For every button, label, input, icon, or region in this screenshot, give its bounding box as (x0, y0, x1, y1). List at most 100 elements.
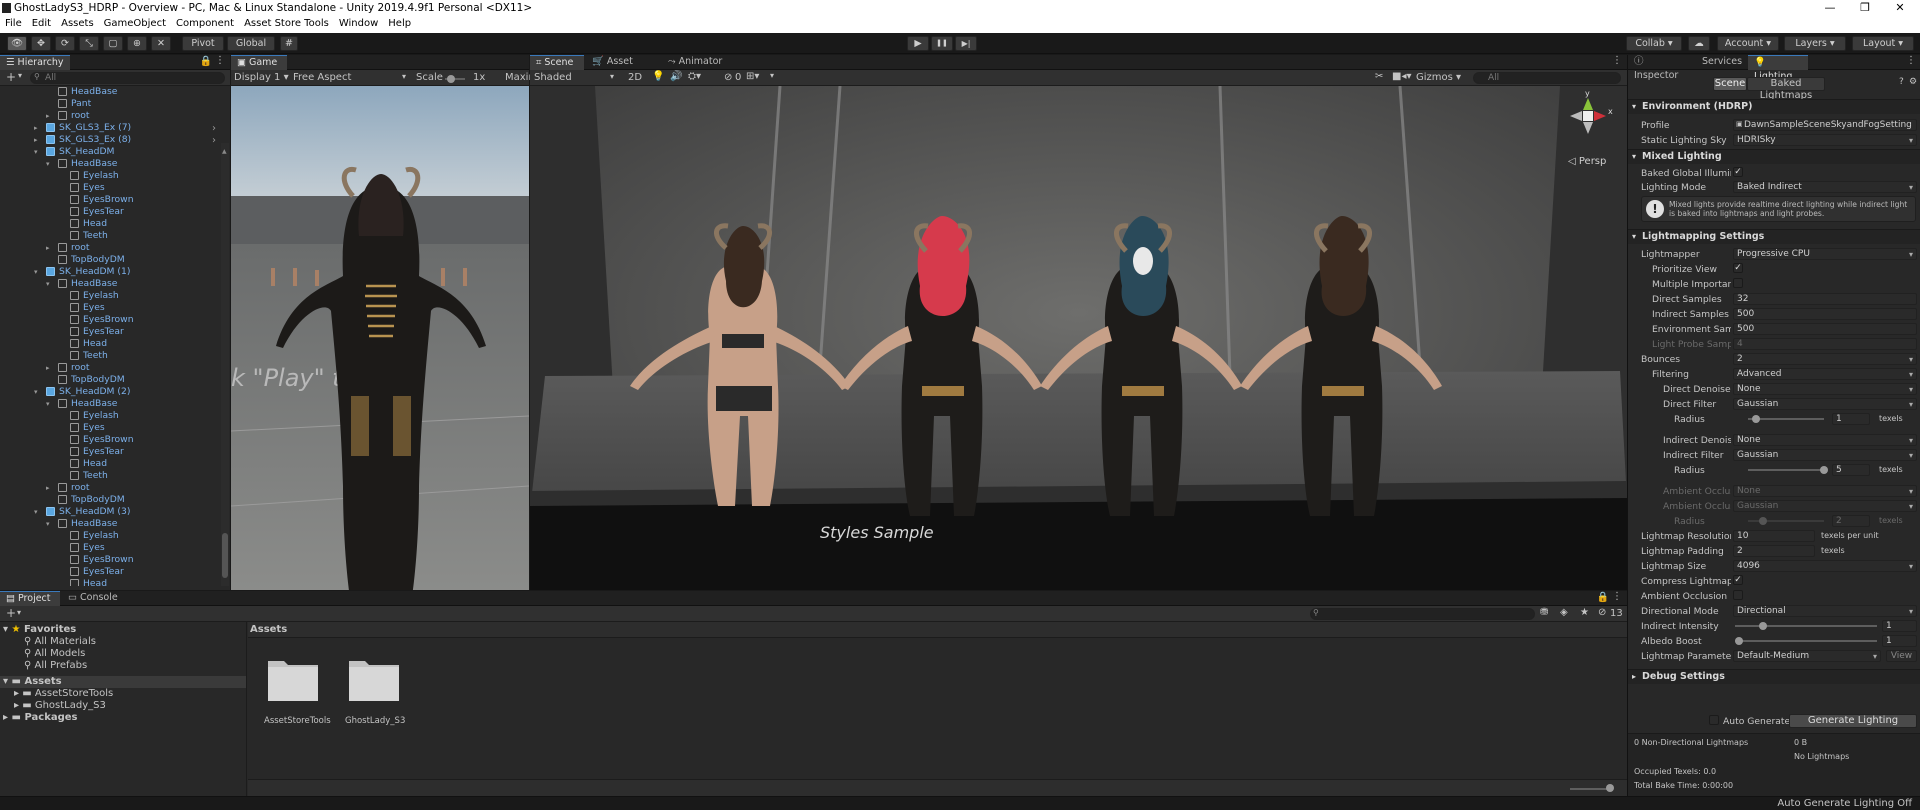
hierarchy-row[interactable]: ▸ root (0, 482, 222, 494)
rotate-tool-icon[interactable]: ⟳ (55, 36, 75, 51)
lightmap-padding-field[interactable]: 2 (1733, 545, 1815, 557)
project-lock-icon[interactable]: 🔒 (1597, 592, 1609, 603)
hierarchy-row[interactable]: Eyes (0, 182, 222, 194)
tab-inspector[interactable]: ⓘ Inspector (1628, 55, 1694, 81)
indirect-radius-field[interactable]: 5 (1832, 464, 1870, 476)
environment-samples-field[interactable]: 500 (1733, 323, 1917, 335)
hidden-objects-icon[interactable]: ⊘ (724, 72, 732, 83)
hierarchy-row[interactable]: TopBodyDM (0, 494, 222, 506)
prioritize-view-checkbox[interactable]: ✓ (1733, 263, 1743, 273)
hierarchy-row[interactable]: ▾ SK_HeadDM (1) (0, 266, 222, 278)
view-tool-icon[interactable]: 👁 (7, 36, 27, 51)
hierarchy-row[interactable]: Teeth (0, 350, 222, 362)
open-prefab-icon[interactable]: › (212, 123, 216, 134)
section-debug-settings[interactable]: Debug Settings (1628, 669, 1920, 684)
expand-toggle-icon[interactable]: ▾ (34, 388, 38, 396)
tab-hierarchy[interactable]: ☰ Hierarchy (0, 55, 70, 70)
step-button[interactable]: ▶| (955, 36, 977, 51)
light-probe-samples-field[interactable]: 4 (1733, 338, 1917, 350)
grid-snap-icon[interactable]: # (280, 36, 298, 51)
direct-denoiser-dropdown[interactable]: None (1733, 383, 1917, 395)
hierarchy-row[interactable]: TopBodyDM (0, 254, 222, 266)
hierarchy-search-input[interactable]: All (30, 72, 225, 84)
profile-field[interactable]: DawnSampleSceneSkyandFogSetting (1733, 119, 1917, 131)
albedo-boost-knob[interactable] (1735, 637, 1743, 645)
icon-size-knob[interactable] (1606, 784, 1614, 792)
indirect-samples-field[interactable]: 500 (1733, 308, 1917, 320)
scale-tool-icon[interactable]: ⤡ (79, 36, 99, 51)
hierarchy-row[interactable]: EyesBrown (0, 314, 222, 326)
lightmap-parameters-dropdown[interactable]: Default-Medium (1733, 650, 1881, 662)
rect-tool-icon[interactable]: ▢ (103, 36, 123, 51)
tab-scene[interactable]: ⌗ Scene (530, 55, 584, 70)
favorite-all-prefabs[interactable]: ⚲ All Prefabs (24, 660, 87, 671)
gizmos-dropdown[interactable]: Gizmos ▾ (1416, 72, 1461, 83)
tab-services[interactable]: Services (1696, 55, 1746, 70)
expand-toggle-icon[interactable]: ▸ (34, 124, 38, 132)
tab-project[interactable]: ▤ Project (0, 591, 60, 606)
hidden-packages-icon[interactable]: ⊘ (1598, 607, 1606, 618)
hierarchy-row[interactable]: Teeth (0, 470, 222, 482)
move-tool-icon[interactable]: ✥ (31, 36, 51, 51)
indirect-intensity-slider[interactable] (1735, 625, 1877, 627)
menu-help[interactable]: Help (383, 17, 416, 29)
static-lighting-sky-dropdown[interactable]: HDRISky (1733, 134, 1917, 146)
hierarchy-row[interactable]: ▾ SK_HeadDM (3) (0, 506, 222, 518)
expand-toggle-icon[interactable]: ▾ (46, 280, 50, 288)
expand-toggle-icon[interactable]: ▾ (34, 148, 38, 156)
folder-tile-assetstoretools[interactable]: AssetStoreTools (264, 655, 331, 726)
tab-game[interactable]: ▣ Game (231, 55, 287, 70)
direct-filter-dropdown[interactable]: Gaussian (1733, 398, 1917, 410)
account-dropdown[interactable]: Account ▾ (1717, 36, 1779, 51)
indirect-filter-dropdown[interactable]: Gaussian (1733, 449, 1917, 461)
assets-folder-item[interactable]: ▾ ▬ Assets (0, 676, 246, 688)
ao-radius-field[interactable]: 2 (1832, 515, 1870, 527)
expand-toggle-icon[interactable]: ▾ (46, 400, 50, 408)
tools-icon[interactable]: ✂ (1375, 71, 1383, 82)
indirect-denoiser-dropdown[interactable]: None (1733, 434, 1917, 446)
hierarchy-row[interactable]: ▾ HeadBase (0, 278, 222, 290)
project-add-icon[interactable]: + (6, 607, 16, 619)
lightmap-size-dropdown[interactable]: 4096 (1733, 560, 1917, 572)
baked-lightmaps-tab-button[interactable]: Baked Lightmaps (1747, 77, 1825, 101)
direct-radius-field[interactable]: 1 (1832, 413, 1870, 425)
menu-asset-store-tools[interactable]: Asset Store Tools (239, 17, 334, 29)
indirect-intensity-field[interactable]: 1 (1882, 620, 1917, 632)
add-icon[interactable]: + (6, 71, 16, 83)
minimize-button[interactable]: — (1815, 1, 1845, 14)
camera-settings-icon[interactable]: ■◂▾ (1392, 71, 1412, 82)
view-parameters-button[interactable]: View (1886, 650, 1917, 662)
section-environment[interactable]: Environment (HDRP) (1628, 99, 1920, 114)
indirect-radius-knob[interactable] (1820, 466, 1828, 474)
expand-toggle-icon[interactable]: ▸ (46, 484, 50, 492)
hierarchy-row[interactable]: EyesBrown (0, 554, 222, 566)
pivot-button[interactable]: Pivot (182, 36, 224, 51)
scene-panel-menu-icon[interactable]: ⋮ (1612, 55, 1622, 66)
hierarchy-row[interactable]: ▸ root (0, 110, 222, 122)
menu-gameobject[interactable]: GameObject (99, 17, 171, 29)
hierarchy-row[interactable]: EyesTear (0, 446, 222, 458)
ambient-occlusion-checkbox[interactable] (1733, 590, 1743, 600)
folder-assetstoretools[interactable]: ▸ ▬ AssetStoreTools (14, 688, 113, 699)
layout-dropdown[interactable]: Layout ▾ (1852, 36, 1914, 51)
hierarchy-row[interactable]: EyesTear (0, 566, 222, 578)
hierarchy-row[interactable]: ▾ SK_HeadDM (0, 146, 222, 158)
direct-radius-knob[interactable] (1752, 415, 1760, 423)
scroll-up-icon[interactable]: ▲ (222, 148, 228, 158)
effects-toggle-icon[interactable]: ⛭▾ (688, 71, 701, 82)
collab-button[interactable]: Collab ▾ (1626, 36, 1682, 51)
indirect-radius-slider[interactable] (1748, 469, 1824, 471)
folder-ghostlady-s3[interactable]: ▸ ▬ GhostLady_S3 (14, 700, 106, 711)
folder-tile-ghostlady[interactable]: GhostLady_S3 (345, 655, 405, 726)
filter-by-type-icon[interactable]: ⛃ (1540, 607, 1548, 618)
layers-dropdown[interactable]: Layers ▾ (1784, 36, 1846, 51)
indirect-intensity-knob[interactable] (1759, 622, 1767, 630)
section-lightmapping[interactable]: Lightmapping Settings (1628, 229, 1920, 244)
open-prefab-icon[interactable]: › (212, 135, 216, 146)
maximize-button[interactable]: ❐ (1850, 1, 1880, 14)
hierarchy-row[interactable]: ▾ HeadBase (0, 518, 222, 530)
hierarchy-row[interactable]: Eyelash (0, 410, 222, 422)
expand-toggle-icon[interactable]: ▸ (46, 244, 50, 252)
baked-gi-checkbox[interactable]: ✓ (1733, 167, 1743, 177)
hierarchy-row[interactable]: Eyelash (0, 170, 222, 182)
